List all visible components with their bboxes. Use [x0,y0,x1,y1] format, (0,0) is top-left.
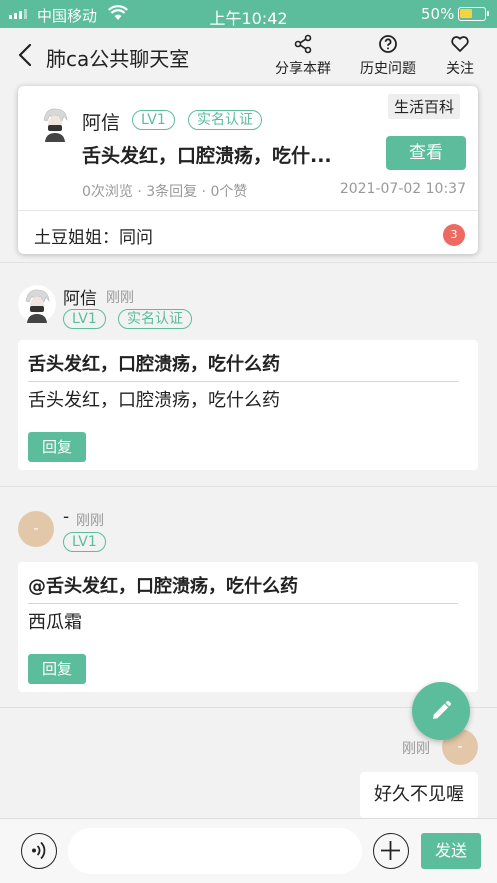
voice-button[interactable] [21,833,57,869]
message-card: 舌头发红，口腔溃疡，吃什么药 舌头发红，口腔溃疡，吃什么药 回复 [18,340,478,470]
divider [0,262,497,263]
message-author: 阿信 [63,289,97,309]
quote-divider [28,603,458,604]
compose-button[interactable] [412,682,470,740]
message-input[interactable] [68,828,362,874]
avatar[interactable]: - [18,511,54,547]
quoted-text: 舌头发红，口腔溃疡，吃什么药 [28,354,280,375]
add-button[interactable] [373,833,409,869]
latest-reply[interactable]: 土豆姐姐：同问 [34,223,153,248]
author-name: 阿信 [82,112,121,134]
input-bar: 发送 [0,818,497,883]
reply-button[interactable]: 回复 [28,432,86,462]
question-stats: 0次浏览 · 3条回复 · 0个赞 [82,184,248,200]
message-body: 舌头发红，口腔溃疡，吃什么药 [28,390,280,411]
nav-header: 肺ca公共聊天室 分享本群 历史问题 关注 [0,28,497,84]
level-badge: LV1 [132,110,175,130]
message-time: 刚刚 [106,290,134,306]
status-bar: 中国移动 上午10:42 50% [0,0,497,28]
voice-icon [32,841,46,860]
reply-button[interactable]: 回复 [28,654,86,684]
verified-badge: 实名认证 [118,309,192,329]
follow-button[interactable]: 关注 [446,34,474,78]
verified-badge: 实名认证 [188,110,262,130]
share-icon [294,34,312,54]
divider [0,486,497,487]
level-badge: LV1 [63,309,106,329]
message-body: 西瓜霜 [28,612,82,633]
heart-icon [451,36,469,52]
share-group-button[interactable]: 分享本群 [275,34,331,78]
message-time: 刚刚 [402,741,430,757]
category-tag: 生活百科 [388,94,461,119]
back-icon[interactable] [16,42,38,68]
reply-count-badge: 3 [443,224,465,246]
view-button[interactable]: 查看 [386,136,466,170]
page-title: 肺ca公共聊天室 [46,47,190,71]
battery-icon [458,7,489,21]
battery-percent: 50% [421,5,455,23]
pencil-icon [433,700,452,719]
my-message-bubble: 好久不见喔 [360,772,478,818]
level-badge: LV1 [63,532,106,552]
quote-divider [28,381,458,382]
message-time: 刚刚 [76,513,104,529]
follow-label: 关注 [446,61,474,77]
send-button[interactable]: 发送 [421,833,481,869]
question-date: 2021-07-02 10:37 [339,181,466,197]
message-card: @舌头发红，口腔溃疡，吃什么药 西瓜霜 回复 [18,562,478,692]
history-questions-button[interactable]: 历史问题 [360,34,416,78]
question-circle-icon [379,35,397,53]
question-card[interactable]: 阿信 LV1 实名认证 生活百科 舌头发红，口腔溃疡，吃什... 查看 0次浏览… [18,86,478,254]
question-title: 舌头发红，口腔溃疡，吃什... [82,145,332,167]
quoted-text: @舌头发红，口腔溃疡，吃什么药 [28,576,298,597]
message-author: - [63,507,70,527]
share-group-label: 分享本群 [275,61,331,77]
avatar[interactable] [18,285,56,323]
plus-icon [381,841,400,860]
avatar[interactable] [36,104,74,146]
card-divider [18,210,478,211]
history-questions-label: 历史问题 [360,61,416,77]
